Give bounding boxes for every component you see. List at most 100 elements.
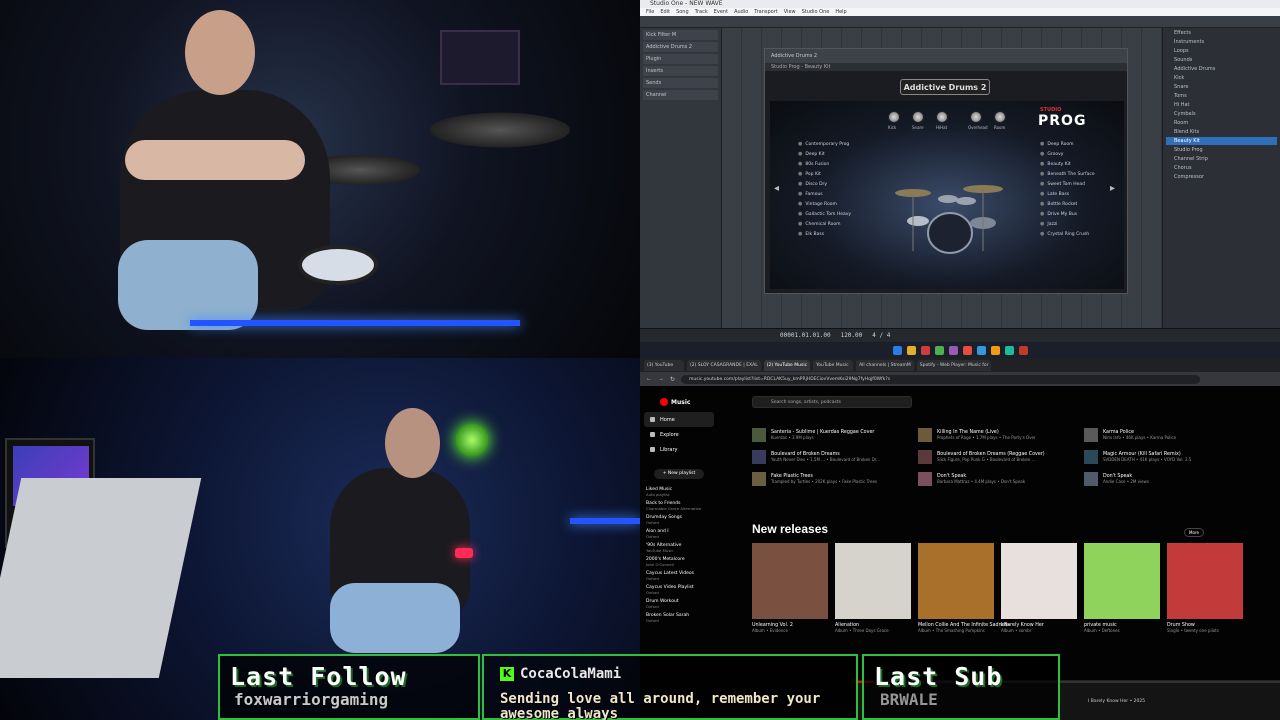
search-input[interactable]: Search songs, artists, podcasts	[752, 396, 912, 408]
playlist-item[interactable]: 2000's Metalcore John O'Connell	[646, 557, 718, 567]
playlist-item[interactable]: '90s Alternative YouTube Music	[646, 543, 718, 553]
playlist-item[interactable]: Broken Solar Sarah Oxford	[646, 613, 718, 623]
song-row[interactable]: Boulevard of Broken Dreams Youth Never Di…	[752, 450, 880, 464]
kitpiece-item[interactable]: Gallactic Tom Heavy	[798, 209, 851, 219]
browser-item[interactable]: Effects	[1166, 29, 1277, 37]
kitpiece-item[interactable]: Chemical Room	[798, 219, 851, 229]
song-row[interactable]: Santeria - Sublime | Kuerdas Reggae Cove…	[752, 428, 874, 442]
kitpiece-item[interactable]: Bottle Rocket	[1040, 199, 1095, 209]
app-icon[interactable]	[976, 345, 986, 355]
kitpiece-item[interactable]: Groovy	[1040, 149, 1095, 159]
folder-icon[interactable]	[906, 345, 916, 355]
browser-item[interactable]: Blend Kits	[1166, 128, 1277, 136]
browser-tab[interactable]: Spotify - Web Player: Music for	[916, 359, 992, 371]
browser-tab[interactable]: All channels | StreamM	[856, 359, 914, 371]
browser-item-selected[interactable]: Beauty Kit	[1166, 137, 1277, 145]
menu-item[interactable]: View	[784, 8, 796, 16]
inspector-row[interactable]: Kick Filter M	[643, 30, 718, 40]
menu-item[interactable]: Track	[695, 8, 708, 16]
song-row[interactable]: Don't Speak Andie Case • 2M views	[1084, 472, 1149, 486]
knob-icon[interactable]	[994, 111, 1006, 123]
inspector-row[interactable]: Inserts	[643, 66, 718, 76]
app-icon[interactable]	[948, 345, 958, 355]
kitpiece-item[interactable]: Famous	[798, 189, 851, 199]
menu-item[interactable]: Help	[835, 8, 846, 16]
browser-item[interactable]: Kick	[1166, 74, 1277, 82]
time-signature[interactable]: 4 / 4	[872, 332, 890, 339]
menu-item[interactable]: Song	[676, 8, 689, 16]
prev-arrow-icon[interactable]: ◂	[774, 183, 779, 194]
album-card[interactable]: Unlearning Vol. 2 Album • Evidence	[752, 543, 828, 633]
browser-tab[interactable]: (2) SLOY CASAGRANDE | EXAL	[687, 359, 761, 371]
menu-item[interactable]: Event	[714, 8, 728, 16]
app-icon[interactable]	[1004, 345, 1014, 355]
knob-icon[interactable]	[970, 111, 982, 123]
browser-item[interactable]: Toms	[1166, 92, 1277, 100]
browser-item[interactable]: Sounds	[1166, 56, 1277, 64]
knob-icon[interactable]	[912, 111, 924, 123]
back-icon[interactable]: ←	[646, 376, 652, 382]
album-card[interactable]: Mellon Collie And The Infinite Sadness Al…	[918, 543, 1010, 633]
song-row[interactable]: Fake Plastic Trees Trampled by Turtles • …	[752, 472, 877, 486]
kitpiece-item[interactable]: Late Bass	[1040, 189, 1095, 199]
next-arrow-icon[interactable]: ▸	[1110, 183, 1115, 194]
kitpiece-item[interactable]: Deep Kit	[798, 149, 851, 159]
browser-item[interactable]: Channel Strip	[1166, 155, 1277, 163]
kitpiece-item[interactable]: Deep Room	[1040, 139, 1095, 149]
album-card[interactable]: Alienation Album • Three Days Grace	[835, 543, 911, 633]
playlist-item[interactable]: Drumday Songs Oxford	[646, 515, 718, 525]
app-icon[interactable]	[990, 345, 1000, 355]
reload-icon[interactable]: ↻	[670, 376, 675, 383]
browser-item[interactable]: Addictive Drums	[1166, 65, 1277, 73]
new-playlist-button[interactable]: + New playlist	[654, 469, 704, 479]
inspector-row[interactable]: Sends	[643, 78, 718, 88]
nav-library[interactable]: Library	[640, 442, 718, 457]
start-icon[interactable]	[892, 345, 902, 355]
browser-item[interactable]: Compressor	[1166, 173, 1277, 181]
kitpiece-item[interactable]: Vintage Room	[798, 199, 851, 209]
browser-tab[interactable]: (3) YouTube	[644, 359, 684, 371]
browser-item[interactable]: Loops	[1166, 47, 1277, 55]
song-row[interactable]: Don't Speak Barbara Mattraz • 4.4M plays …	[918, 472, 1025, 486]
menu-item[interactable]: Audio	[734, 8, 748, 16]
menu-item[interactable]: File	[646, 8, 654, 16]
nav-explore[interactable]: Explore	[640, 427, 718, 442]
song-row[interactable]: Killing In The Name (Live) Prophets of Ra…	[918, 428, 1036, 442]
knob-icon[interactable]	[936, 111, 948, 123]
kitpiece-item[interactable]: Disco Dry	[798, 179, 851, 189]
playlist-item[interactable]: Aion and I Oxford	[646, 529, 718, 539]
browser-tab-active[interactable]: (2) YouTube Music	[763, 359, 811, 371]
kitpiece-item[interactable]: Crystal Ring Crush	[1040, 229, 1095, 239]
tempo-display[interactable]: 120.00	[841, 332, 863, 339]
playlist-item[interactable]: Caycus Latest Videos Oxford	[646, 571, 718, 581]
kitpiece-item[interactable]: Contemporary Prog	[798, 139, 851, 149]
browser-item[interactable]: Instruments	[1166, 38, 1277, 46]
inspector-row[interactable]: Addictive Drums 2	[643, 42, 718, 52]
album-card[interactable]: I Barely Know Her Album • sombr	[1001, 543, 1077, 633]
song-row[interactable]: Karma Police Nimi Info • 46K plays • Karm…	[1084, 428, 1176, 442]
kitpiece-item[interactable]: 80s Fusion	[798, 159, 851, 169]
browser-item[interactable]: Cymbals	[1166, 110, 1277, 118]
knob-icon[interactable]	[888, 111, 900, 123]
nav-home[interactable]: Home	[644, 412, 714, 427]
address-bar[interactable]: music.youtube.com/playlist?list=RDCLAK5u…	[681, 374, 1200, 384]
song-row[interactable]: Magic Armour (Kill Safari Remix) SVDDEN D…	[1084, 450, 1191, 464]
app-icon[interactable]	[920, 345, 930, 355]
kitpiece-item[interactable]: Beneath The Surface	[1040, 169, 1094, 179]
menu-item[interactable]: Studio One	[802, 8, 830, 16]
browser-item[interactable]: Room	[1166, 119, 1277, 127]
kitpiece-item[interactable]: Drive My Bus	[1040, 209, 1095, 219]
kitpiece-item[interactable]: Elk Bass	[798, 229, 851, 239]
app-icon[interactable]	[1018, 345, 1028, 355]
browser-item[interactable]: Studio Prog	[1166, 146, 1277, 154]
inspector-row[interactable]: Plugin	[643, 54, 718, 64]
more-button[interactable]: More	[1184, 528, 1204, 537]
playlist-item[interactable]: Back to Friends Charmable Grace Alternati…	[646, 501, 718, 511]
playlist-item[interactable]: Drum Workout Oxford	[646, 599, 718, 609]
playlist-item[interactable]: Caycus Video Playlist Oxford	[646, 585, 718, 595]
kitpiece-item[interactable]: Beauty Kit	[1040, 159, 1095, 169]
app-icon[interactable]	[934, 345, 944, 355]
album-card[interactable]: Drum Show Single • twenty one pilots	[1167, 543, 1243, 633]
browser-item[interactable]: Chorus	[1166, 164, 1277, 172]
preset-name[interactable]: Studio Prog - Beauty Kit	[771, 63, 830, 71]
